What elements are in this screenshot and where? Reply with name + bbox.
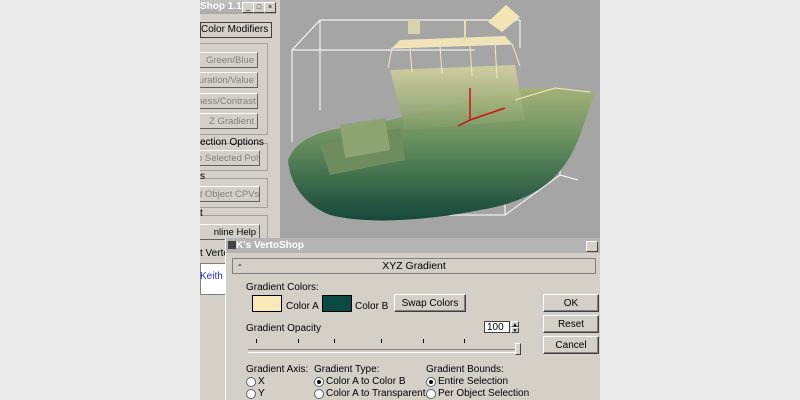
red-green-blue-button[interactable]: Green/Blue xyxy=(200,52,258,68)
ok-button[interactable]: OK xyxy=(543,294,599,312)
color-a-label: Color A xyxy=(286,301,319,312)
slider-tick xyxy=(256,339,257,343)
dialog-title: K's VertoShop xyxy=(236,240,304,251)
slider-tick xyxy=(423,339,424,343)
panel-titlebar: Shop 1.1 _ □ × xyxy=(200,0,276,14)
close-icon[interactable]: × xyxy=(264,2,276,13)
close-icon[interactable] xyxy=(586,241,598,252)
xyz-gradient-button[interactable]: Z Gradient xyxy=(200,113,258,129)
slider-tick xyxy=(381,339,382,343)
boat-antenna-box xyxy=(408,20,420,34)
selection-options-label: ection Options xyxy=(200,137,264,148)
3d-viewport[interactable] xyxy=(280,0,600,238)
apply-to-selected-polys-button[interactable]: o Selected Polys xyxy=(200,150,260,166)
axis-y-radio[interactable] xyxy=(246,389,256,399)
gradient-opacity-label: Gradient Opacity xyxy=(246,323,322,334)
brightness-contrast-button[interactable]: ness/Contrast xyxy=(200,93,258,109)
gradient-axis-label: Gradient Axis: xyxy=(246,364,309,375)
rollout-header[interactable]: - XYZ Gradient xyxy=(232,258,596,274)
axis-x-radio[interactable] xyxy=(246,377,256,387)
add-object-cpvs-button[interactable]: d Object CPVs xyxy=(200,186,260,202)
opacity-slider-thumb[interactable] xyxy=(515,343,521,355)
color-b-swatch[interactable] xyxy=(322,295,352,312)
color-b-label: Color B xyxy=(355,301,389,312)
app-screenshot: Shop 1.1 _ □ × Color Modifiers Green/Blu… xyxy=(200,0,600,400)
cancel-button[interactable]: Cancel xyxy=(543,336,599,354)
panel-title: Shop 1.1 xyxy=(200,1,242,12)
type-a-to-transparent-radio[interactable] xyxy=(314,389,324,399)
opacity-spinner[interactable]: ▲ ▼ xyxy=(511,321,519,334)
help-label: t xyxy=(200,208,203,219)
type-a-to-b-radio[interactable] xyxy=(314,377,324,387)
category-dropdown[interactable]: Color Modifiers xyxy=(200,22,272,38)
reset-button[interactable]: Reset xyxy=(543,315,599,333)
app-icon xyxy=(228,241,236,249)
slider-tick xyxy=(298,339,299,343)
hue-saturation-value-button[interactable]: uration/Value xyxy=(200,72,258,88)
spinner-down-icon[interactable]: ▼ xyxy=(511,327,519,334)
color-a-swatch[interactable] xyxy=(252,295,282,312)
type-a-to-transparent-label: Color A to Transparent xyxy=(326,388,426,399)
cpv-label: s xyxy=(200,171,205,182)
gradient-bounds-label: Gradient Bounds: xyxy=(426,364,504,375)
gradient-colors-label: Gradient Colors: xyxy=(246,282,319,293)
slider-tick xyxy=(334,339,335,343)
xyz-gradient-dialog: K's VertoShop - XYZ Gradient Gradient Co… xyxy=(225,238,600,400)
boat-flag xyxy=(488,5,520,32)
gradient-type-label: Gradient Type: xyxy=(314,364,380,375)
bounds-entire-radio[interactable] xyxy=(426,377,436,387)
bounds-entire-label: Entire Selection xyxy=(438,376,509,387)
boat-cabin xyxy=(390,65,525,130)
swap-colors-button[interactable]: Swap Colors xyxy=(394,294,466,312)
slider-tick xyxy=(464,339,465,343)
opacity-slider-track[interactable] xyxy=(248,349,518,353)
bounds-per-object-label: Per Object Selection xyxy=(438,388,530,399)
axis-x-label: X xyxy=(258,376,265,387)
bounds-per-object-radio[interactable] xyxy=(426,389,436,399)
dialog-titlebar: K's VertoShop xyxy=(226,238,600,253)
rollout-title: XYZ Gradient xyxy=(382,260,446,272)
opacity-value-field[interactable]: 100 xyxy=(484,321,510,333)
boat-model-render xyxy=(288,5,595,221)
type-a-to-b-label: Color A to Color B xyxy=(326,376,406,387)
axis-y-label: Y xyxy=(258,388,265,399)
